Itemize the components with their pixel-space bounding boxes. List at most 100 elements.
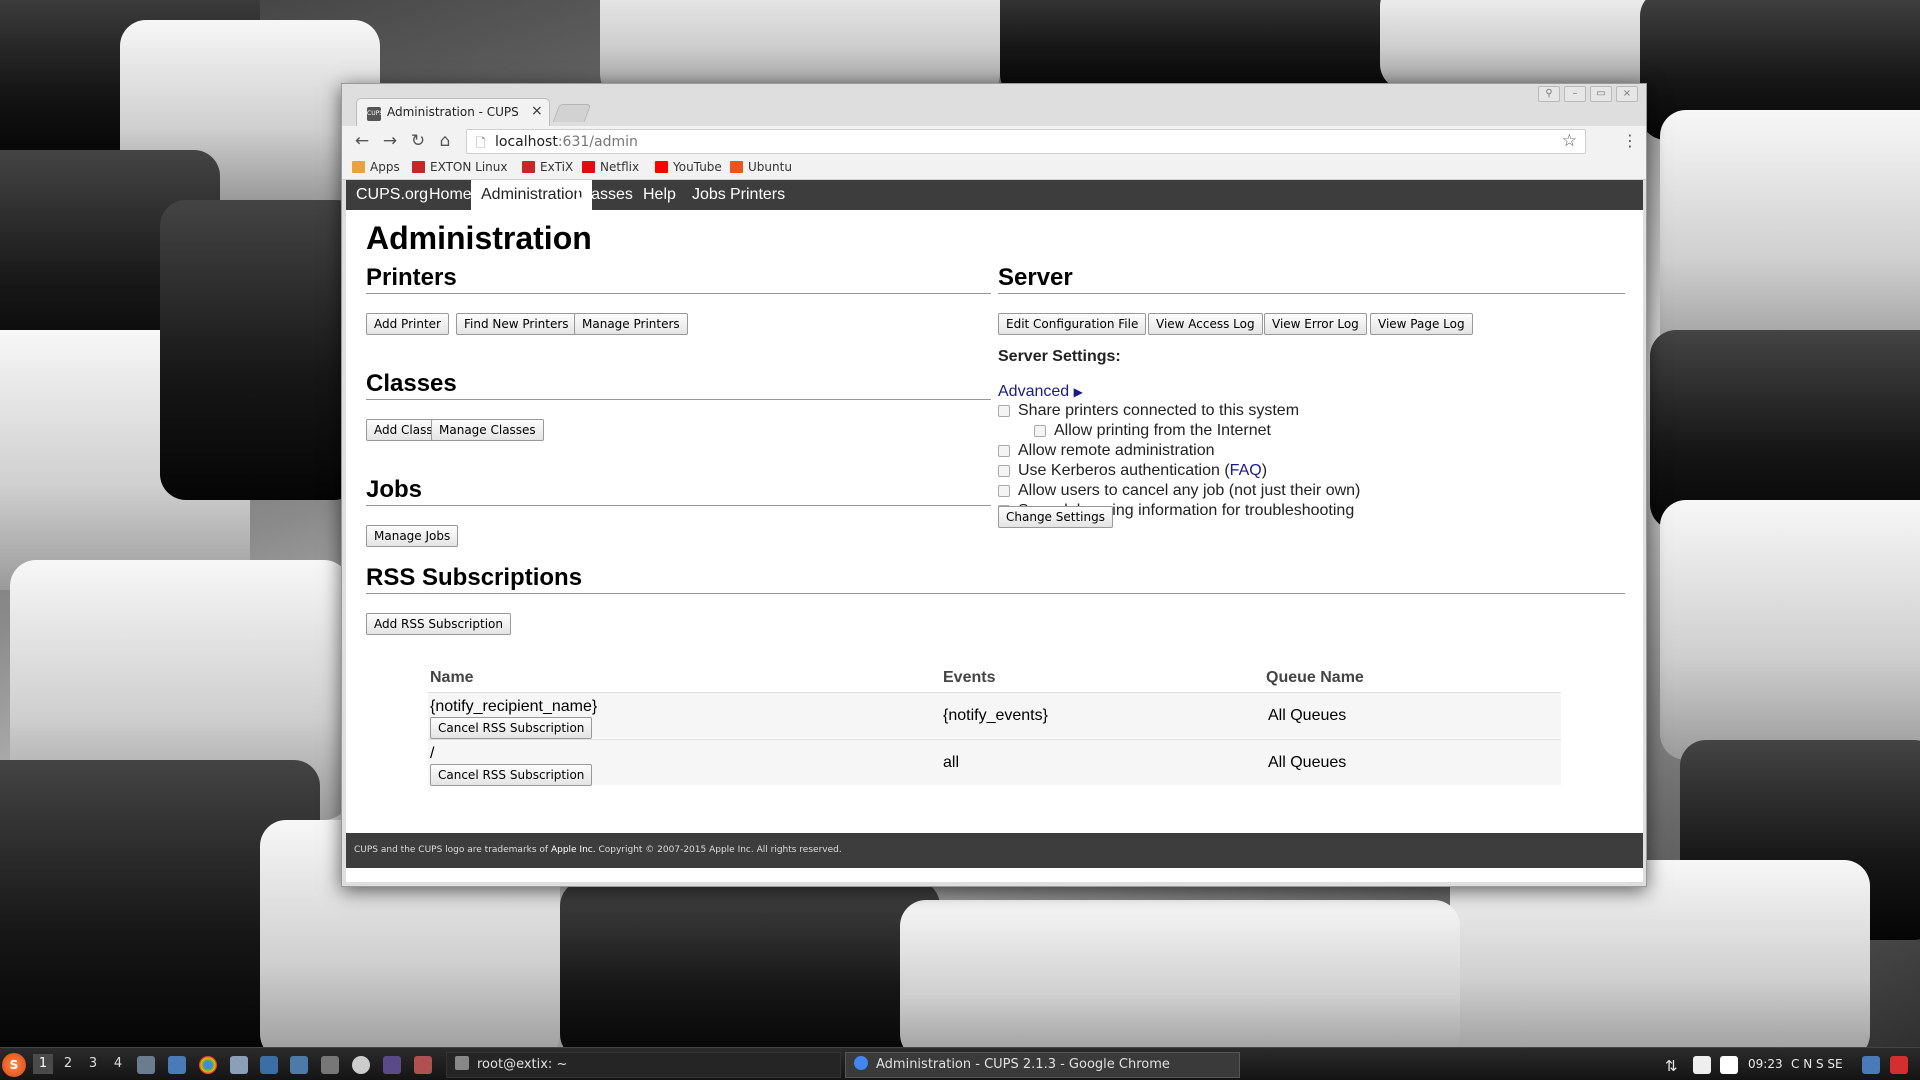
new-tab-button[interactable]: [552, 104, 592, 122]
start-menu-icon[interactable]: S: [2, 1053, 26, 1077]
network-arrows-icon[interactable]: ⇅: [1665, 1057, 1678, 1075]
browser-toolbar: ← → ↻ ⌂ 🗋 localhost:631/admin ☆ ⋮: [342, 126, 1646, 156]
option-label: Use Kerberos authentication (FAQ): [1018, 462, 1268, 479]
nav-help[interactable]: Help: [633, 180, 686, 210]
reload-icon[interactable]: ↻: [408, 131, 428, 151]
close-window-icon[interactable]: ×: [1616, 86, 1638, 102]
bookmark-label: YouTube: [673, 160, 722, 174]
edit-configuration-file-button[interactable]: Edit Configuration File: [998, 313, 1147, 335]
tab-strip: CUPS Administration - CUPS × ⚲ – ▭ ×: [342, 84, 1646, 126]
notes-icon[interactable]: [1720, 1056, 1738, 1074]
change-settings-button[interactable]: Change Settings: [998, 506, 1113, 528]
subscription-name-link[interactable]: /: [430, 745, 434, 763]
chrome-icon[interactable]: [199, 1056, 217, 1074]
view-error-log-button[interactable]: View Error Log: [1264, 313, 1367, 335]
bookmark-label: Apps: [370, 160, 400, 174]
find-new-printers-button[interactable]: Find New Printers: [456, 313, 577, 335]
forward-arrow-icon[interactable]: →: [380, 131, 400, 151]
column-header-events: Events: [943, 669, 996, 686]
table-row: {notify_recipient_name} Cancel RSS Subscr…: [428, 692, 1561, 739]
table-row: / Cancel RSS Subscription all All Queues: [428, 739, 1561, 786]
thunderbird-icon[interactable]: [260, 1056, 278, 1074]
option-checkbox[interactable]: [998, 465, 1010, 477]
maximize-icon[interactable]: ▭: [1590, 86, 1612, 102]
subscription-name-link[interactable]: {notify_recipient_name}: [430, 698, 597, 716]
workspace-1[interactable]: 1: [33, 1054, 53, 1074]
workspace-2[interactable]: 2: [58, 1054, 78, 1074]
add-printer-button[interactable]: Add Printer: [366, 313, 449, 335]
column-header-queue-name: Queue Name: [1266, 669, 1364, 686]
cups-favicon-icon: CUPS: [367, 107, 383, 121]
bookmark-netflix[interactable]: Netflix: [582, 160, 639, 174]
jobs-heading: Jobs: [366, 476, 991, 506]
manage-printers-button[interactable]: Manage Printers: [574, 313, 688, 335]
home-icon[interactable]: ⌂: [435, 131, 455, 151]
apple-link[interactable]: Apple Inc.: [551, 845, 596, 855]
bookmark-youtube[interactable]: YouTube: [655, 160, 722, 174]
manage-classes-button[interactable]: Manage Classes: [431, 419, 544, 441]
subscription-events: all: [943, 754, 960, 771]
view-page-log-button[interactable]: View Page Log: [1370, 313, 1473, 335]
browser-menu-icon[interactable]: ⋮: [1622, 131, 1638, 150]
bookmark-label: EXTON Linux: [430, 160, 508, 174]
bookmark-exton-linux[interactable]: EXTON Linux: [412, 160, 508, 174]
terminal-task-icon: [455, 1056, 469, 1070]
cups-nav-bar: CUPS.org Home Administration Classes Help Job…: [346, 180, 1643, 210]
settings-icon[interactable]: [230, 1056, 248, 1074]
server-heading: Server: [998, 264, 1625, 294]
bookmark-ubuntu[interactable]: Ubuntu: [730, 160, 792, 174]
network-status-icon[interactable]: [1862, 1056, 1880, 1074]
cancel-rss-subscription-button[interactable]: Cancel RSS Subscription: [430, 717, 593, 739]
workspace-4[interactable]: 4: [108, 1054, 128, 1074]
add-class-button[interactable]: Add Class: [366, 419, 441, 441]
address-bar[interactable]: 🗋 localhost:631/admin ☆: [466, 129, 1586, 154]
show-desktop-icon[interactable]: [137, 1056, 155, 1074]
task-label: Administration - CUPS 2.1.3 - Google Chr…: [876, 1057, 1170, 1072]
option-checkbox[interactable]: [998, 405, 1010, 417]
user-profile-icon[interactable]: ⚲: [1538, 86, 1560, 102]
view-access-log-button[interactable]: View Access Log: [1148, 313, 1263, 335]
option-checkbox[interactable]: [998, 445, 1010, 457]
terminal-icon[interactable]: [321, 1056, 339, 1074]
nav-classes[interactable]: Classes: [566, 180, 643, 210]
option-label: Allow users to cancel any job (not just …: [1018, 482, 1361, 499]
option-label: Allow remote administration: [1018, 442, 1215, 459]
bookmark-star-icon[interactable]: ☆: [1562, 131, 1577, 151]
media-disc-icon[interactable]: [352, 1056, 370, 1074]
back-arrow-icon[interactable]: ←: [352, 131, 372, 151]
page-info-icon[interactable]: 🗋: [476, 134, 486, 155]
package-manager-icon[interactable]: [414, 1056, 432, 1074]
network-tool-icon[interactable]: [290, 1056, 308, 1074]
nav-printers[interactable]: Printers: [720, 180, 795, 210]
ubuntu-icon: [730, 161, 743, 173]
bookmark-apps[interactable]: Apps: [352, 160, 400, 174]
clock[interactable]: 09:23: [1748, 1057, 1783, 1071]
eclipse-icon[interactable]: [383, 1056, 401, 1074]
cancel-rss-subscription-button[interactable]: Cancel RSS Subscription: [430, 764, 593, 786]
add-rss-subscription-button[interactable]: Add RSS Subscription: [366, 613, 511, 635]
faq-link[interactable]: FAQ: [1230, 462, 1262, 479]
option-checkbox[interactable]: [998, 485, 1010, 497]
logout-icon[interactable]: [1890, 1056, 1908, 1074]
bookmark-label: Netflix: [600, 160, 640, 174]
tab-title: Administration - CUPS: [387, 105, 519, 119]
calculator-icon[interactable]: [168, 1056, 186, 1074]
column-header-name: Name: [430, 669, 474, 686]
clipboard-icon[interactable]: [1693, 1056, 1711, 1074]
keyboard-locale[interactable]: C N S SE: [1791, 1057, 1843, 1071]
option-checkbox[interactable]: [1034, 425, 1046, 437]
subscription-queue: All Queues: [1268, 754, 1347, 771]
bookmark-extix[interactable]: ExTiX: [522, 160, 573, 174]
taskbar-task[interactable]: Administration - CUPS 2.1.3 - Google Chr…: [845, 1052, 1240, 1078]
expand-arrow-icon: ▶: [1073, 385, 1083, 399]
subscription-events: {notify_events}: [943, 707, 1048, 724]
browser-tab[interactable]: CUPS Administration - CUPS ×: [356, 98, 550, 126]
taskbar-task[interactable]: root@extix: ~: [446, 1052, 841, 1078]
workspace-3[interactable]: 3: [83, 1054, 103, 1074]
close-tab-icon[interactable]: ×: [531, 103, 543, 119]
advanced-link[interactable]: Advanced ▶: [998, 383, 1083, 401]
taskbar: S 1234 root@extix: ~ Administration - CUP…: [0, 1047, 1920, 1080]
minimize-icon[interactable]: –: [1564, 86, 1586, 102]
printers-heading: Printers: [366, 264, 991, 294]
manage-jobs-button[interactable]: Manage Jobs: [366, 525, 459, 547]
